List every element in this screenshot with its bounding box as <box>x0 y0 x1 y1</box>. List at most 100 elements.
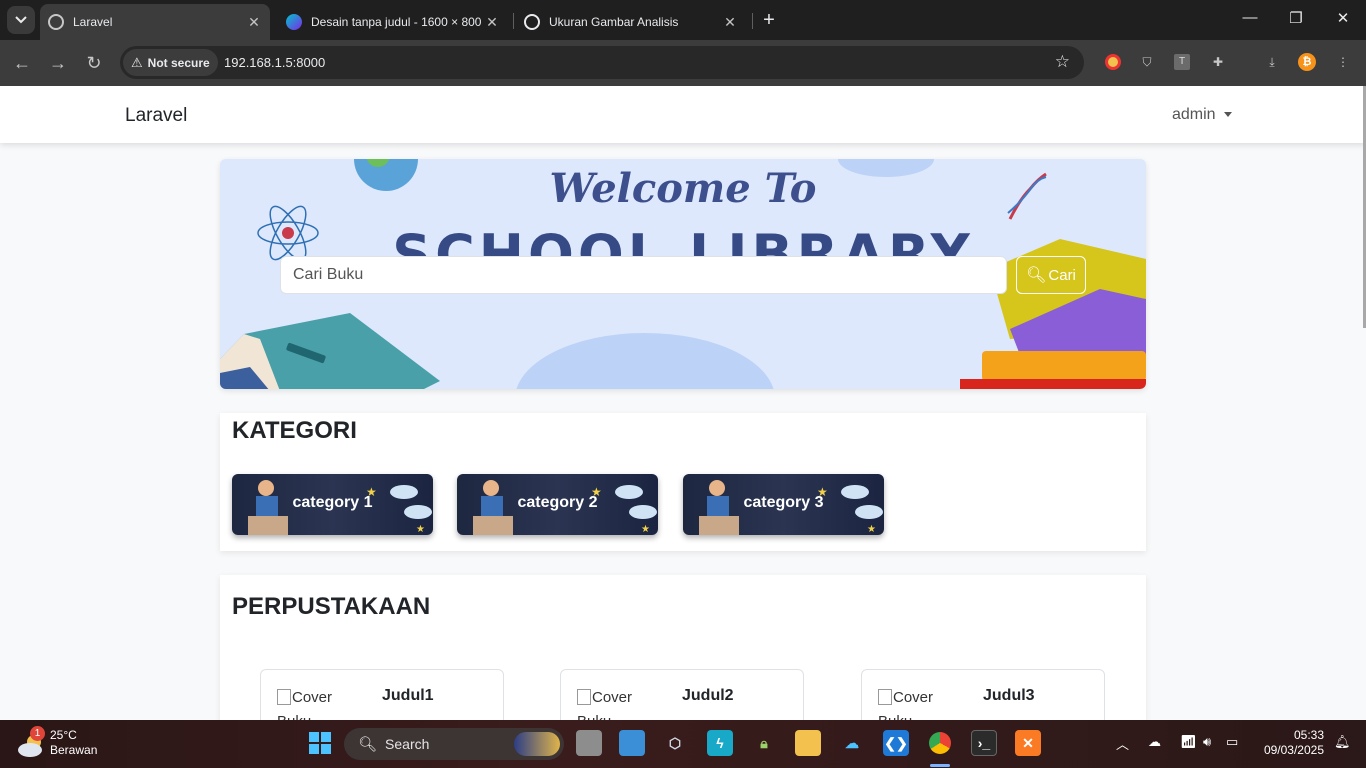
category-card[interactable]: ★ ★ category 3 <box>683 474 884 535</box>
book-cover-image: Cover Buku <box>277 686 349 720</box>
translate-icon[interactable]: T <box>1172 52 1192 72</box>
book-cover-image: Cover Buku <box>878 686 950 720</box>
restore-button[interactable]: ❐ <box>1286 9 1306 27</box>
book-card[interactable]: Cover Buku Judul3 <box>861 669 1105 720</box>
tab-divider <box>752 13 753 29</box>
perpustakaan-title: PERPUSTAKAAN <box>232 593 431 620</box>
forward-button[interactable]: → <box>48 53 68 73</box>
search-button[interactable]: 🔍︎ Cari <box>1016 256 1086 294</box>
taskbar-search-box[interactable]: 🔍︎ Search <box>344 728 564 760</box>
download-icon[interactable]: ⤓ <box>1262 52 1282 72</box>
book-title: Judul1 <box>382 687 434 704</box>
clock-date: 09/03/2025 <box>1263 743 1324 757</box>
notification-badge: 1 <box>30 726 45 741</box>
url-text[interactable]: 192.168.1.5:8000 <box>224 55 325 70</box>
kategori-section: KATEGORI ★ ★ category 1 ★ ★ category 2 ★ ★ <box>220 413 1146 551</box>
battery-icon[interactable]: ▭ <box>1226 734 1238 750</box>
address-bar[interactable]: ⚠ Not secure 192.168.1.5:8000 ☆ <box>120 46 1084 79</box>
volume-icon[interactable]: 🔊︎ <box>1203 734 1211 750</box>
bookmark-star-icon[interactable]: ☆ <box>1055 52 1070 72</box>
category-label: category 2 <box>517 494 598 511</box>
weather-widget[interactable]: 1 25°C Berawan <box>14 726 124 762</box>
wifi-icon[interactable]: 📶︎ <box>1180 734 1197 750</box>
site-info-chip[interactable]: ⚠ Not secure <box>123 49 218 76</box>
windows-taskbar: 1 25°C Berawan 🔍︎ Search ⬡ ϟ 🔒︎ ☁ ❮❯ ›_ … <box>0 720 1366 768</box>
broken-image-icon <box>277 689 291 705</box>
puzzle-icon[interactable]: ✚ <box>1208 52 1228 72</box>
close-window-button[interactable]: ✕ <box>1333 9 1353 27</box>
book-card[interactable]: Cover Buku Judul1 <box>260 669 504 720</box>
canva-icon <box>286 14 302 30</box>
close-tab-icon[interactable]: ✕ <box>484 14 500 31</box>
active-app-indicator <box>930 764 950 767</box>
search-icon: 🔍︎ <box>1026 267 1047 284</box>
user-name: admin <box>1172 106 1216 123</box>
page-viewport: Laravel admin Welcome To SCHOOL LIBRARY … <box>0 86 1366 720</box>
terminal-icon[interactable]: ›_ <box>971 730 997 756</box>
book-title: Judul3 <box>983 687 1035 704</box>
file-explorer-icon[interactable] <box>795 730 821 756</box>
bolt-app-icon[interactable]: ϟ <box>707 730 733 756</box>
browser-tab-strip: Laravel ✕ Desain tanpa judul - 1600 × 80… <box>0 0 1366 40</box>
user-dropdown[interactable]: admin <box>1172 106 1232 124</box>
notification-bell-icon[interactable]: 🔔︎ <box>1334 734 1351 750</box>
cloud-app-icon[interactable]: ☁ <box>839 730 865 756</box>
taskbar-clock[interactable]: 05:33 09/03/2025 <box>1258 728 1324 758</box>
tab-laravel[interactable]: Laravel ✕ <box>40 4 270 40</box>
back-button[interactable]: ← <box>12 53 32 73</box>
chrome-icon[interactable] <box>927 730 953 756</box>
lock-app-icon[interactable]: 🔒︎ <box>751 730 777 756</box>
windows-start-icon[interactable] <box>307 730 333 756</box>
svg-text:★: ★ <box>416 524 425 535</box>
widgets-app-icon[interactable] <box>619 730 645 756</box>
category-card[interactable]: ★ ★ category 1 <box>232 474 433 535</box>
weather-text: 25°C Berawan <box>50 728 97 758</box>
reload-button[interactable]: ↻ <box>84 53 104 73</box>
xampp-icon[interactable]: ✕ <box>1015 730 1041 756</box>
tab-analisis[interactable]: Ukuran Gambar Analisis ✕ <box>516 4 746 40</box>
openai-icon <box>524 14 540 30</box>
tab-canva[interactable]: Desain tanpa judul - 1600 × 800 ✕ <box>278 4 508 40</box>
book-title: Judul2 <box>682 687 734 704</box>
perpustakaan-section: PERPUSTAKAAN Cover Buku Judul1 Cover Buk… <box>220 575 1146 720</box>
caret-down-icon <box>1223 112 1232 118</box>
task-view-icon[interactable] <box>576 730 602 756</box>
weather-temp: 25°C <box>50 728 77 742</box>
virtualbox-icon[interactable]: ⬡ <box>662 730 688 756</box>
site-navbar: Laravel admin <box>0 86 1366 143</box>
weather-desc: Berawan <box>50 743 98 757</box>
taskbar-search-label: Search <box>385 736 430 752</box>
category-label: category 3 <box>743 494 824 511</box>
shield-icon[interactable]: ⛉ <box>1137 52 1157 72</box>
new-tab-button[interactable]: + <box>758 9 780 31</box>
bitcoin-icon[interactable]: ₿ <box>1297 52 1317 72</box>
hero-welcome-text: Welcome To <box>549 165 817 212</box>
onedrive-icon[interactable]: ☁ <box>1148 734 1161 750</box>
category-card[interactable]: ★ ★ category 2 <box>457 474 658 535</box>
warning-icon: ⚠ <box>131 54 143 70</box>
clock-time: 05:33 <box>1293 728 1324 742</box>
extension-icon[interactable] <box>1103 52 1123 72</box>
kebab-menu-icon[interactable]: ⋮ <box>1333 52 1353 72</box>
close-tab-icon[interactable]: ✕ <box>722 14 738 31</box>
tray-overflow-icon[interactable]: ︿ <box>1116 734 1129 753</box>
globe-icon <box>48 14 64 30</box>
hero-banner: Welcome To SCHOOL LIBRARY 🔍︎Cari <box>220 159 1146 389</box>
vscode-icon[interactable]: ❮❯ <box>883 730 909 756</box>
close-tab-icon[interactable]: ✕ <box>246 14 262 31</box>
broken-image-icon <box>878 689 892 705</box>
tab-title: Ukuran Gambar Analisis <box>549 15 679 29</box>
chevron-down-icon <box>15 16 27 24</box>
browser-toolbar: ← → ↻ ⚠ Not secure 192.168.1.5:8000 ☆ ⛉ … <box>0 40 1366 86</box>
tab-title: Desain tanpa judul - 1600 × 800 <box>311 15 482 29</box>
minimize-button[interactable]: — <box>1240 9 1260 26</box>
book-cover-image: Cover Buku <box>577 686 649 720</box>
book-search-input[interactable] <box>280 256 1007 294</box>
category-label: category 1 <box>292 494 373 511</box>
tab-divider <box>513 13 514 29</box>
search-icon: 🔍︎ <box>358 736 378 753</box>
kategori-title: KATEGORI <box>232 417 357 444</box>
tab-search-button[interactable] <box>7 6 35 34</box>
navbar-brand[interactable]: Laravel <box>125 105 187 127</box>
book-card[interactable]: Cover Buku Judul2 <box>560 669 804 720</box>
